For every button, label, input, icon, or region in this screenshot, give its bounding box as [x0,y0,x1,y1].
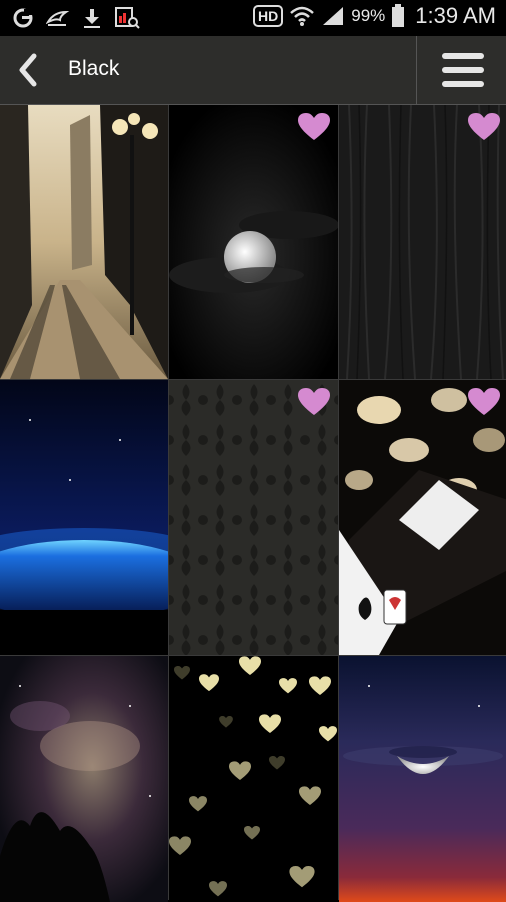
wallpaper-tile-golden-hearts[interactable] [169,656,338,902]
status-bar: HD 99% 1:39 AM [0,0,506,36]
favorite-heart-icon[interactable] [298,113,330,141]
wallpaper-grid [0,105,506,902]
g-app-icon [12,7,34,29]
action-bar: Black [0,36,506,105]
page-title: Black [68,57,120,80]
favorite-heart-icon[interactable] [298,388,330,416]
wallpaper-tile-moon[interactable] [169,105,338,379]
image-search-icon [114,6,140,30]
wallpaper-tile-blue-planet[interactable] [0,380,168,655]
back-button[interactable] [10,48,50,92]
wallpaper-tile-crescent-moon[interactable] [339,656,506,902]
hamburger-menu-icon [442,53,484,87]
battery-percent: 99% [351,6,386,25]
download-icon [82,7,102,29]
wallpaper-tile-damask[interactable] [169,380,338,655]
chevron-left-icon [19,53,37,87]
wallpaper-tile-nebula[interactable] [0,656,168,902]
hd-voice-badge: HD [253,5,284,27]
clock: 1:39 AM [415,3,496,28]
wallpaper-tile-city-street[interactable] [0,105,168,379]
wifi-icon [289,5,315,27]
battery-icon [391,4,405,28]
bird-app-icon [46,8,70,28]
menu-button[interactable] [440,50,486,90]
action-bar-divider [416,36,417,104]
wallpaper-tile-playing-cards[interactable] [339,380,506,655]
favorite-heart-icon[interactable] [468,113,500,141]
wallpaper-tile-dark-wood[interactable] [339,105,506,379]
signal-icon [321,5,345,27]
favorite-heart-icon[interactable] [468,388,500,416]
